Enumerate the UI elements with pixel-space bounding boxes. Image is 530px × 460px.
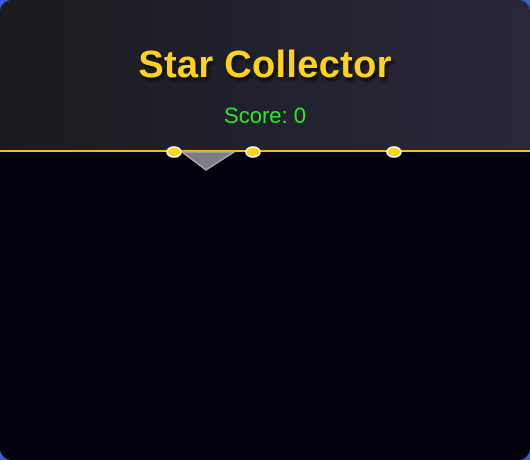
game-title: Star Collector <box>138 44 392 86</box>
score-display: Score: 0 <box>224 103 306 128</box>
game-window: Star Collector Score: 0 <box>0 0 530 460</box>
game-header: Star Collector Score: 0 <box>0 0 530 152</box>
playfield[interactable] <box>0 152 530 460</box>
